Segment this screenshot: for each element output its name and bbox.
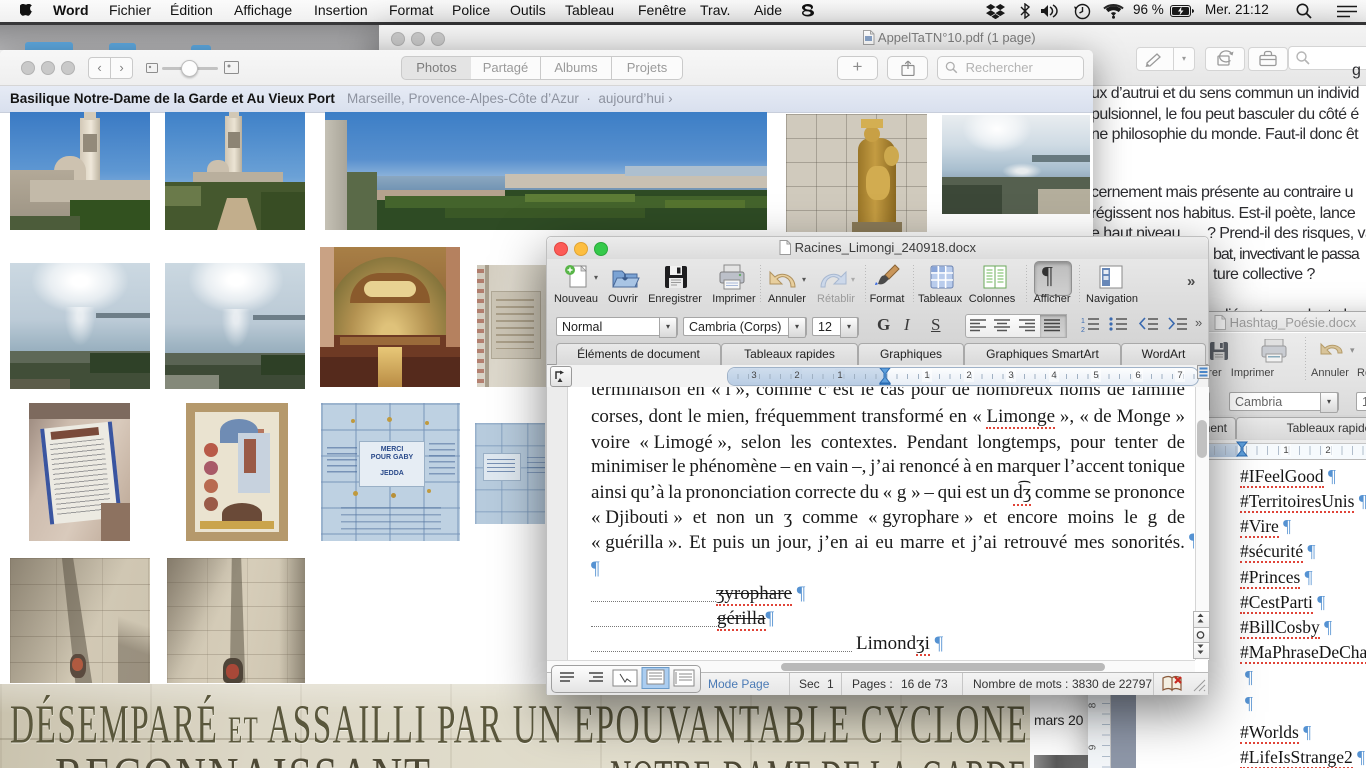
svg-text:1: 1 bbox=[1081, 318, 1085, 325]
svg-text:2: 2 bbox=[1081, 327, 1085, 334]
